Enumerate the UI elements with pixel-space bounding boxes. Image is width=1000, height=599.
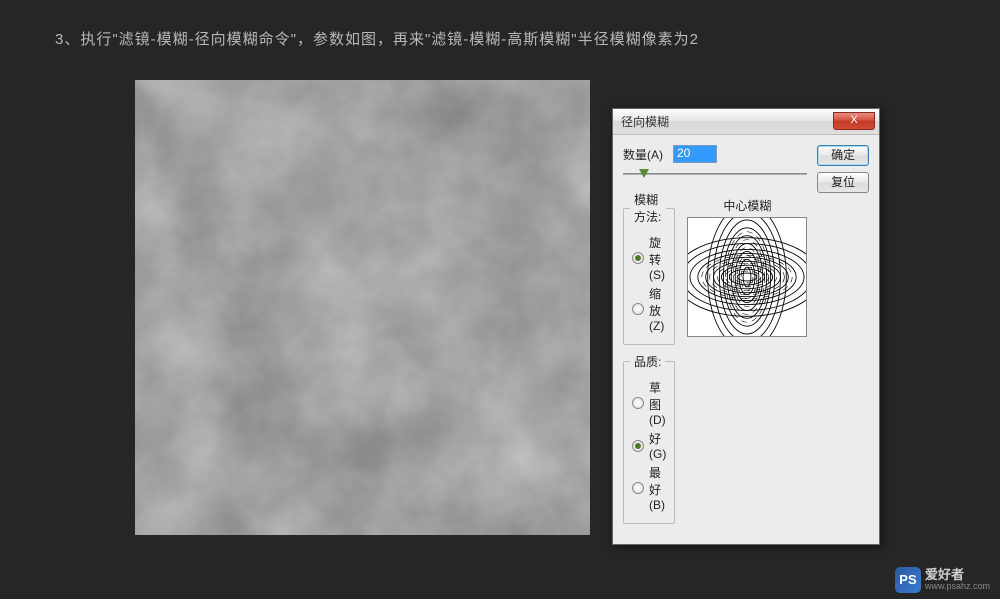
radio-best[interactable]: 最好(B) <box>632 464 666 512</box>
radio-icon <box>632 482 644 494</box>
radial-blur-dialog: 径向模糊 X 数量(A) 20 模糊方法: 旋转(S) <box>612 108 880 545</box>
radio-zoom[interactable]: 缩放(Z) <box>632 285 666 333</box>
radio-label: 旋转(S) <box>649 234 666 282</box>
quality-group: 品质: 草图(D) 好(G) 最好(B) <box>623 353 675 524</box>
radio-label: 好(G) <box>649 430 666 461</box>
watermark-logo: PS <box>895 567 921 593</box>
dialog-title: 径向模糊 <box>621 113 669 130</box>
reset-button[interactable]: 复位 <box>817 172 869 193</box>
watermark-text: 爱好者 <box>925 568 990 582</box>
instruction-text: 3、执行"滤镜-模糊-径向模糊命令"，参数如图，再来"滤镜-模糊-高斯模糊"半径… <box>0 0 1000 69</box>
watermark-url: www.psahz.com <box>925 582 990 592</box>
amount-input[interactable]: 20 <box>673 145 717 163</box>
radio-draft[interactable]: 草图(D) <box>632 379 666 427</box>
clouds-preview <box>135 80 590 535</box>
blur-method-group: 模糊方法: 旋转(S) 缩放(Z) <box>623 191 675 345</box>
radio-spin[interactable]: 旋转(S) <box>632 234 666 282</box>
watermark: PS 爱好者 www.psahz.com <box>895 567 990 593</box>
close-button[interactable]: X <box>833 112 875 130</box>
dialog-titlebar[interactable]: 径向模糊 X <box>613 109 879 135</box>
radio-icon <box>632 252 644 264</box>
ok-button[interactable]: 确定 <box>817 145 869 166</box>
blur-center-preview[interactable] <box>687 217 807 337</box>
amount-slider[interactable] <box>623 167 807 181</box>
radio-label: 最好(B) <box>649 464 666 512</box>
radio-good[interactable]: 好(G) <box>632 430 666 461</box>
amount-label: 数量(A) <box>623 146 663 163</box>
method-legend: 模糊方法: <box>630 191 666 225</box>
slider-thumb[interactable] <box>639 169 649 178</box>
radio-label: 缩放(Z) <box>649 285 666 333</box>
preview-label: 中心模糊 <box>685 197 807 214</box>
radio-icon <box>632 440 644 452</box>
radio-label: 草图(D) <box>649 379 666 427</box>
quality-legend: 品质: <box>630 353 665 370</box>
radio-icon <box>632 303 644 315</box>
radio-icon <box>632 397 644 409</box>
